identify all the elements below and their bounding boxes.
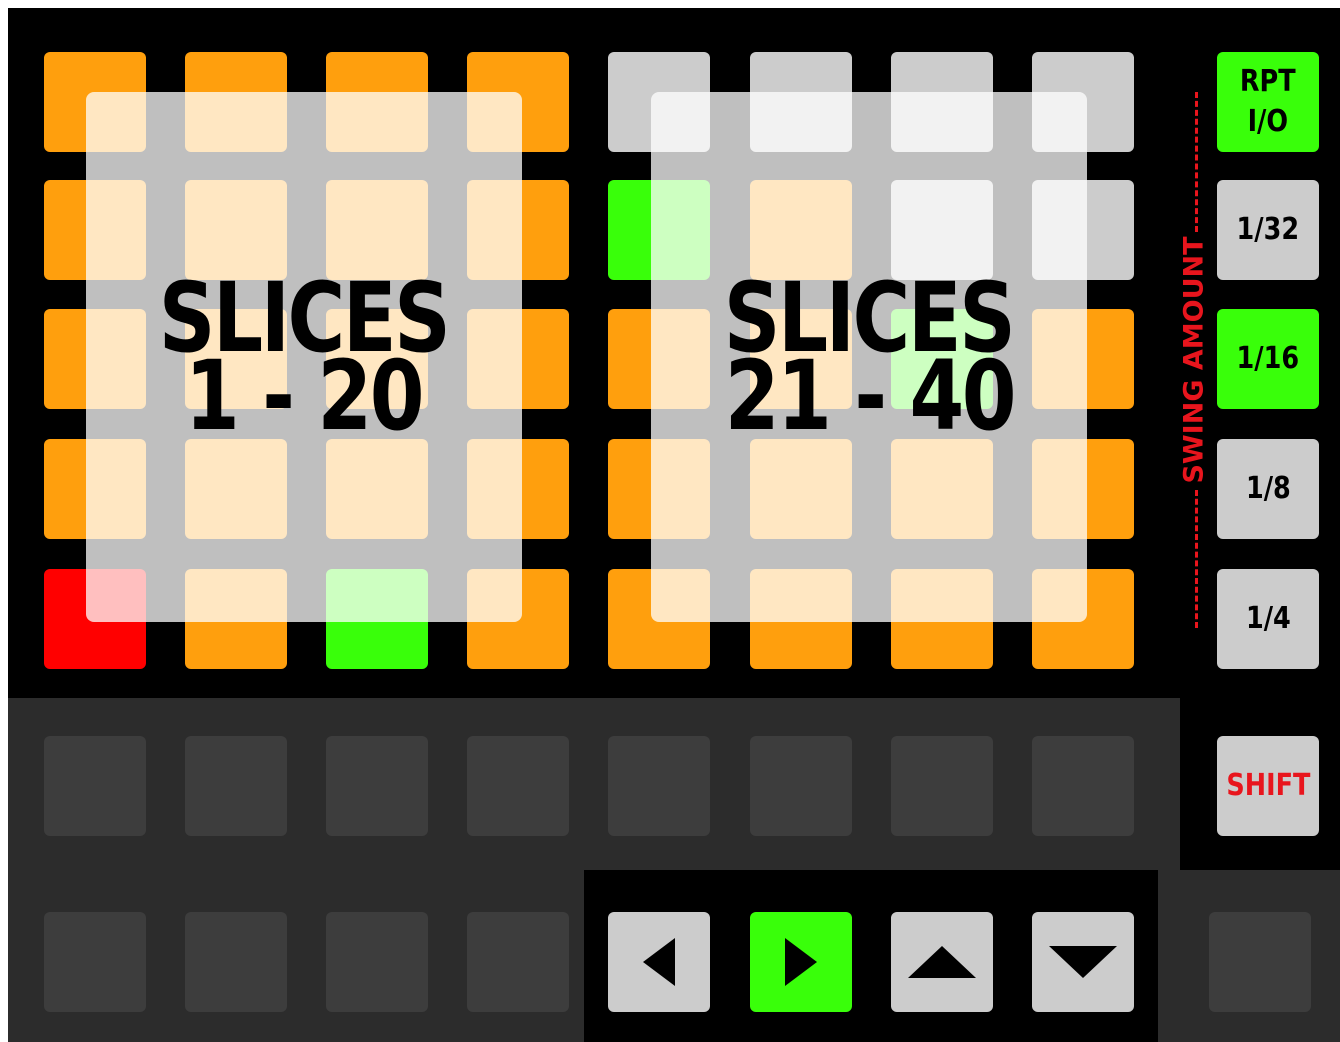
slice-pad[interactable] [750,52,852,152]
slice-pad[interactable] [1032,309,1134,409]
launchpad-surface: SLICES 1 - 20 SLICES 21 - 40 SWING AMOUN… [8,8,1340,1042]
arrow-left-icon [643,938,675,986]
rate-button[interactable]: 1/8 [1217,439,1319,539]
slice-pad[interactable] [750,569,852,669]
rate-button-label: 1/8 [1245,471,1291,506]
arrow-up-button[interactable] [891,912,993,1012]
slice-pad[interactable] [326,180,428,280]
slice-pad[interactable] [44,439,146,539]
slice-pad[interactable] [891,569,993,669]
rate-button[interactable]: 1/32 [1217,180,1319,280]
arrow-down-icon [1049,946,1117,978]
arrow-up-icon [908,946,976,978]
inactive-pad[interactable] [608,736,710,836]
inactive-pad[interactable] [44,912,146,1012]
slice-pad[interactable] [185,439,287,539]
swing-dash-bottom [1195,490,1198,628]
inactive-pad[interactable] [185,736,287,836]
shift-label: SHIFT [1225,768,1311,803]
slice-pad[interactable] [891,439,993,539]
swing-amount-indicator: SWING AMOUNT [1172,92,1216,628]
slice-pad[interactable] [467,180,569,280]
rate-button-label: I/O [1247,104,1289,139]
slice-pad[interactable] [44,180,146,280]
slice-pad[interactable] [1032,569,1134,669]
inactive-pad[interactable] [1032,736,1134,836]
slice-pad[interactable] [44,569,146,669]
slice-pad[interactable] [185,309,287,409]
slice-pad[interactable] [608,309,710,409]
slice-pad[interactable] [326,52,428,152]
arrow-right-button[interactable] [750,912,852,1012]
slice-pad[interactable] [1032,180,1134,280]
rate-button[interactable]: RPT I/O [1217,52,1319,152]
shift-button[interactable]: SHIFT [1217,736,1319,836]
inactive-pad[interactable] [467,912,569,1012]
rate-button-label: 1/4 [1245,601,1291,636]
arrow-left-button[interactable] [608,912,710,1012]
slices-overlay-2: SLICES 21 - 40 [651,92,1087,622]
inactive-pad[interactable] [326,912,428,1012]
slice-pad[interactable] [326,439,428,539]
arrow-right-icon [785,938,817,986]
inactive-pad[interactable] [750,736,852,836]
slice-pad[interactable] [185,52,287,152]
slice-pad[interactable] [44,309,146,409]
inactive-pad[interactable] [467,736,569,836]
inactive-pad[interactable] [891,736,993,836]
slice-pad[interactable] [326,309,428,409]
slice-pad[interactable] [467,569,569,669]
slice-pad[interactable] [608,52,710,152]
slice-pad[interactable] [891,180,993,280]
swing-dash-top [1195,92,1198,232]
rate-button[interactable]: 1/4 [1217,569,1319,669]
slice-pad[interactable] [608,439,710,539]
rate-button-label: 1/16 [1236,341,1300,376]
inactive-pad[interactable] [185,912,287,1012]
slice-pad[interactable] [608,569,710,669]
lower-panel [8,698,1180,870]
slice-pad[interactable] [185,569,287,669]
swing-amount-label: SWING AMOUNT [1178,236,1210,484]
slice-pad[interactable] [891,52,993,152]
slice-pad[interactable] [467,52,569,152]
slice-pad[interactable] [467,309,569,409]
rate-button-label: RPT [1240,64,1296,99]
slice-pad[interactable] [608,180,710,280]
slice-pad[interactable] [185,180,287,280]
slice-pad[interactable] [44,52,146,152]
rate-button[interactable]: 1/16 [1217,309,1319,409]
slice-pad[interactable] [326,569,428,669]
slices-overlay-1: SLICES 1 - 20 [86,92,522,622]
arrow-down-button[interactable] [1032,912,1134,1012]
slice-pad[interactable] [1032,52,1134,152]
slice-pad[interactable] [1032,439,1134,539]
rate-button-label: 1/32 [1236,212,1300,247]
slice-pad[interactable] [750,309,852,409]
inactive-pad[interactable] [1209,912,1311,1012]
slice-pad[interactable] [891,309,993,409]
slice-pad[interactable] [750,180,852,280]
slice-pad[interactable] [467,439,569,539]
inactive-pad[interactable] [326,736,428,836]
inactive-pad[interactable] [44,736,146,836]
slice-pad[interactable] [750,439,852,539]
